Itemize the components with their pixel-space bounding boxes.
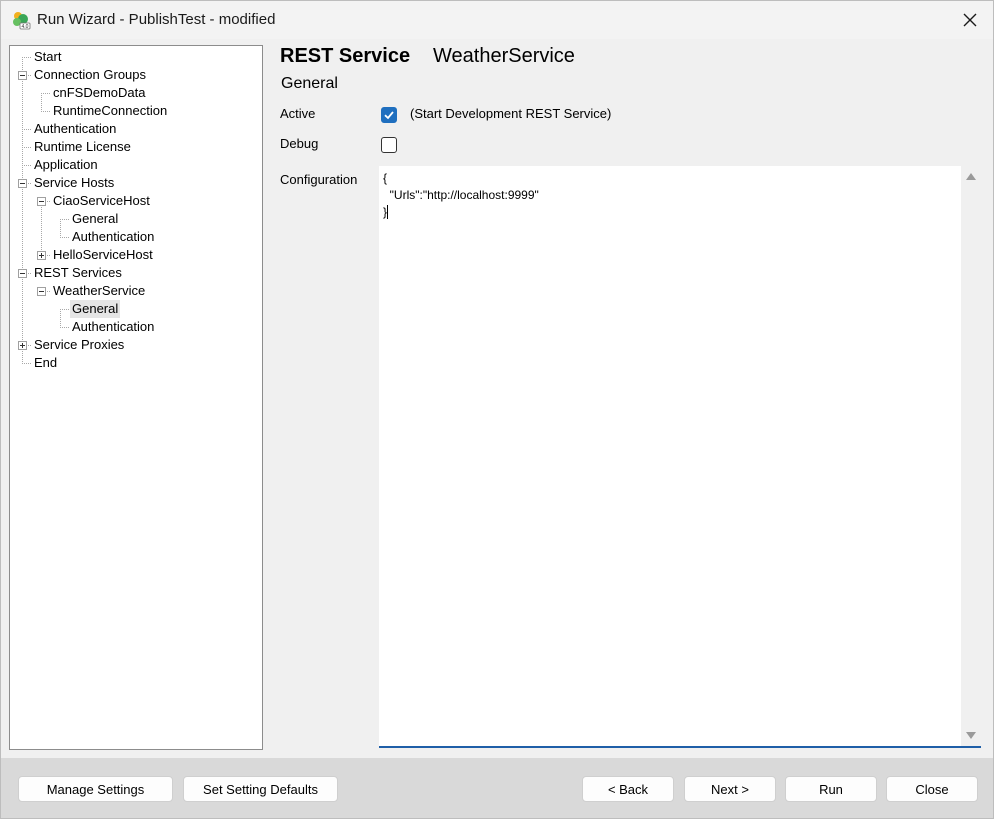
tree-item[interactable]: Start xyxy=(32,48,63,66)
tree-item[interactable]: Authentication xyxy=(70,318,156,336)
expand-plus-icon[interactable] xyxy=(18,341,27,350)
tree-item[interactable]: Authentication xyxy=(70,228,156,246)
configuration-text[interactable]: { "Urls":"http://localhost:9999"} xyxy=(383,170,539,221)
collapse-minus-icon[interactable] xyxy=(18,179,27,188)
run-button[interactable]: Run xyxy=(785,776,877,802)
text-caret xyxy=(387,205,389,219)
tree-item[interactable]: Authentication xyxy=(32,120,118,138)
configuration-label: Configuration xyxy=(280,172,358,187)
collapse-minus-icon[interactable] xyxy=(18,71,27,80)
scroll-up-icon[interactable] xyxy=(966,173,976,180)
tree-item[interactable]: RuntimeConnection xyxy=(51,102,169,120)
debug-checkbox[interactable] xyxy=(381,137,397,153)
page-title: REST Service xyxy=(280,45,411,67)
tree-item[interactable]: Service Hosts xyxy=(32,174,116,192)
config-line: { xyxy=(383,171,388,185)
window-title: Run Wizard - PublishTest - modified xyxy=(37,11,276,28)
tree-item[interactable]: General xyxy=(70,210,120,228)
section-title: General xyxy=(281,75,338,92)
collapse-minus-icon[interactable] xyxy=(37,287,46,296)
title-bar: 4.0 Run Wizard - PublishTest - modified xyxy=(1,1,993,39)
publish-app-icon: 4.0 xyxy=(11,10,31,30)
active-checkbox[interactable] xyxy=(381,107,397,123)
expand-plus-icon[interactable] xyxy=(37,251,46,260)
tree-item[interactable]: Runtime License xyxy=(32,138,133,156)
tree-item[interactable]: cnFSDemoData xyxy=(51,84,147,102)
tree-item[interactable]: CiaoServiceHost xyxy=(51,192,152,210)
run-wizard-window: 4.0 Run Wizard - PublishTest - modified … xyxy=(0,0,994,819)
next-button[interactable]: Next > xyxy=(684,776,776,802)
manage-settings-button[interactable]: Manage Settings xyxy=(18,776,173,802)
collapse-minus-icon[interactable] xyxy=(37,197,46,206)
active-label: Active xyxy=(280,106,316,121)
tree-item[interactable]: WeatherService xyxy=(51,282,147,300)
tree-item[interactable]: End xyxy=(32,354,59,372)
active-caption: (Start Development REST Service) xyxy=(410,106,612,121)
collapse-minus-icon[interactable] xyxy=(18,269,27,278)
tree-item[interactable]: HelloServiceHost xyxy=(51,246,155,264)
config-line: } xyxy=(383,205,389,219)
tree-item[interactable]: General xyxy=(70,300,121,318)
close-icon[interactable] xyxy=(957,7,983,33)
button-bar: Manage Settings Set Setting Defaults < B… xyxy=(1,758,993,818)
config-scrollbar[interactable] xyxy=(961,166,981,746)
tree-item[interactable]: Connection Groups xyxy=(32,66,148,84)
debug-label: Debug xyxy=(280,136,319,151)
config-line: "Urls":"http://localhost:9999" xyxy=(383,188,539,202)
tree-item[interactable]: Application xyxy=(32,156,100,174)
close-button[interactable]: Close xyxy=(886,776,978,802)
wizard-step-tree[interactable]: Start Connection Groups cnFSDemoData Runtim… xyxy=(9,45,263,750)
scroll-down-icon[interactable] xyxy=(966,732,976,739)
checkmark-icon xyxy=(384,111,394,120)
configuration-editor[interactable]: { "Urls":"http://localhost:9999"} xyxy=(379,166,981,748)
set-setting-defaults-button[interactable]: Set Setting Defaults xyxy=(183,776,338,802)
svg-text:4.0: 4.0 xyxy=(22,24,29,30)
tree-item[interactable]: REST Services xyxy=(32,264,124,282)
back-button[interactable]: < Back xyxy=(582,776,674,802)
service-name: WeatherService xyxy=(433,45,575,67)
tree-item[interactable]: Service Proxies xyxy=(32,336,126,354)
